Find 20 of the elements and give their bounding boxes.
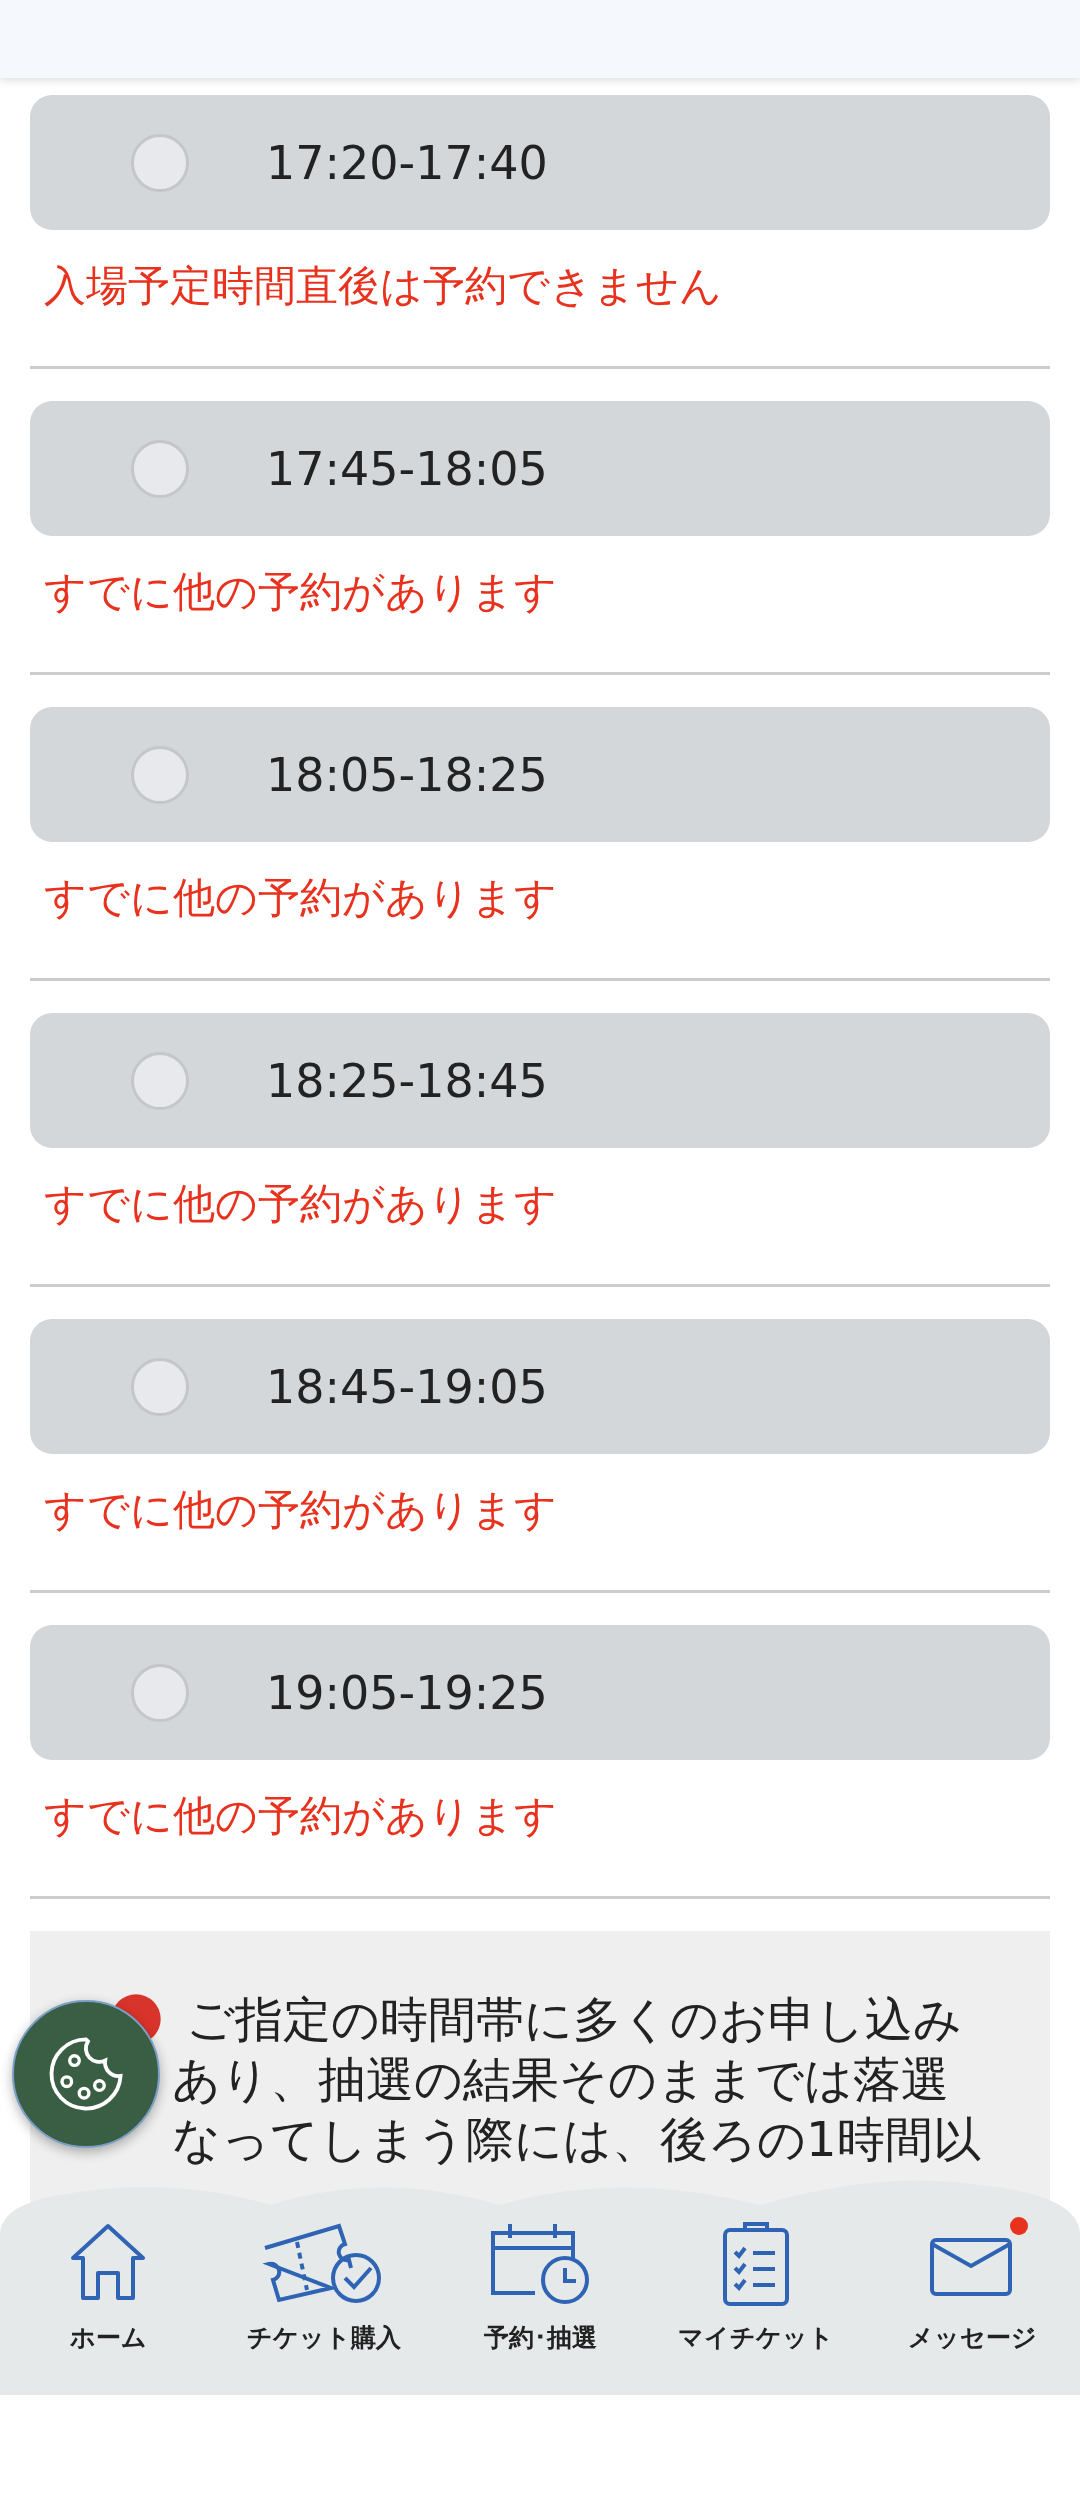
nav-tab[interactable]: マイチケット	[656, 2215, 856, 2354]
error-message: すでに他の予約があります	[43, 872, 558, 924]
time-label: 18:05-18:25	[266, 747, 548, 802]
notice-text: ご指定の時間帯に多くのお申し込み	[186, 1990, 962, 2049]
error-message: すでに他の予約があります	[43, 1484, 558, 1536]
nav-tab[interactable]: メッセージ	[872, 2215, 1072, 2354]
time-label: 19:05-19:25	[266, 1665, 548, 1720]
error-message: すでに他の予約があります	[43, 566, 558, 618]
time-label: 18:25-18:45	[266, 1053, 548, 1108]
time-label: 18:45-19:05	[266, 1359, 548, 1414]
notice-text: あり、抽選の結果そのままでは落選	[172, 2050, 949, 2109]
nav-tab[interactable]: チケット購入	[224, 2215, 424, 2354]
notice-text: なってしまう際には、後ろの1時間以	[172, 2110, 981, 2169]
nav-tab[interactable]: ホーム	[8, 2215, 208, 2354]
nav-tab[interactable]: 予約･抽選	[440, 2215, 640, 2354]
error-message: すでに他の予約があります	[43, 1790, 558, 1842]
error-message: すでに他の予約があります	[43, 1178, 558, 1230]
error-message: 入場予定時間直後は予約できません	[43, 260, 723, 312]
time-label: 17:20-17:40	[266, 135, 548, 190]
time-label: 17:45-18:05	[266, 441, 548, 496]
